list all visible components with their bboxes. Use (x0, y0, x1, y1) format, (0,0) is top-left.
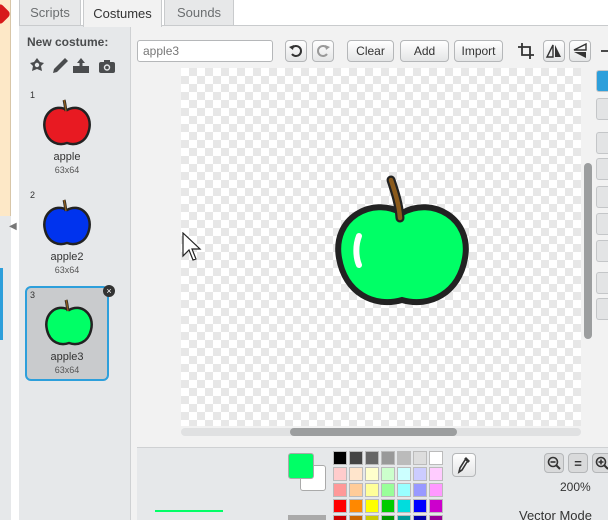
palette-swatch[interactable] (413, 467, 427, 481)
tab-scripts[interactable]: Scripts (19, 0, 81, 26)
add-button[interactable]: Add (400, 40, 449, 62)
mouse-cursor-icon (182, 231, 204, 267)
editor-mode-label: Vector Mode (519, 508, 592, 520)
palette-swatch[interactable] (333, 499, 347, 513)
costume-thumbnail[interactable]: 2 apple2 63x64 (27, 188, 107, 280)
costume-thumbnail[interactable]: 1 apple 63x64 (27, 88, 107, 180)
palette-swatch[interactable] (397, 499, 411, 513)
palette-swatch[interactable] (333, 483, 347, 497)
paint-canvas[interactable] (181, 68, 581, 426)
palette-swatch[interactable] (429, 515, 443, 520)
palette-swatch[interactable] (429, 467, 443, 481)
selected-sprite-edge (0, 268, 3, 340)
horizontal-scrollbar[interactable] (290, 428, 457, 436)
palette-swatch[interactable] (381, 451, 395, 465)
new-costume-label: New costume: (27, 35, 109, 49)
clear-button[interactable]: Clear (347, 40, 394, 62)
delete-costume-icon[interactable]: × (103, 285, 115, 297)
palette-swatch[interactable] (349, 467, 363, 481)
vertical-scrollbar[interactable] (584, 163, 592, 339)
palette-swatch[interactable] (349, 499, 363, 513)
palette-swatch[interactable] (365, 515, 379, 520)
costume-size: 63x64 (54, 165, 80, 175)
color-fill-tool[interactable] (596, 272, 608, 294)
palette-swatch[interactable] (429, 483, 443, 497)
upload-file-icon[interactable] (71, 56, 91, 76)
tab-costumes[interactable]: Costumes (83, 0, 162, 27)
costume-size: 63x64 (54, 365, 80, 375)
palette-swatch[interactable] (365, 467, 379, 481)
costume-name-input[interactable] (137, 40, 273, 62)
sprite-pane-edge (0, 216, 11, 520)
camera-icon[interactable] (97, 56, 117, 76)
costume-thumbnail-selected[interactable]: 3 × apple3 63x64 (25, 285, 115, 381)
palette-swatch[interactable] (397, 451, 411, 465)
line-width-slider[interactable] (288, 515, 326, 520)
palette-swatch[interactable] (413, 451, 427, 465)
color-palette (333, 451, 445, 520)
select-tool[interactable] (596, 70, 608, 92)
eyedropper-icon[interactable] (452, 453, 476, 477)
palette-swatch[interactable] (397, 515, 411, 520)
palette-swatch[interactable] (381, 499, 395, 513)
palette-swatch[interactable] (333, 515, 347, 520)
zoom-out-button[interactable] (544, 453, 564, 473)
collapse-arrow-icon[interactable]: ◀ (9, 220, 19, 234)
zoom-reset-button[interactable]: = (568, 453, 588, 473)
text-tool[interactable] (596, 240, 608, 262)
crop-icon[interactable] (515, 40, 537, 62)
palette-swatch[interactable] (349, 451, 363, 465)
palette-swatch[interactable] (365, 499, 379, 513)
costume-number: 1 (30, 90, 36, 100)
palette-swatch[interactable] (397, 483, 411, 497)
palette-swatch[interactable] (413, 515, 427, 520)
costume-number: 3 (30, 290, 36, 300)
palette-swatch[interactable] (333, 467, 347, 481)
palette-swatch[interactable] (333, 451, 347, 465)
stage-edge (0, 0, 11, 216)
zoom-in-button[interactable] (592, 453, 608, 473)
palette-swatch[interactable] (349, 483, 363, 497)
costume-number: 2 (30, 190, 36, 200)
redo-icon[interactable] (312, 40, 334, 62)
set-center-icon[interactable] (596, 40, 608, 62)
choose-from-library-icon[interactable] (27, 56, 47, 76)
reshape-tool[interactable] (596, 98, 608, 120)
pencil-tool[interactable] (596, 132, 608, 154)
costume-name: apple3 (50, 351, 84, 363)
tab-sounds[interactable]: Sounds (164, 0, 234, 26)
rectangle-tool[interactable] (596, 186, 608, 208)
palette-swatch[interactable] (429, 499, 443, 513)
palette-swatch[interactable] (413, 483, 427, 497)
stamp-tool[interactable] (596, 298, 608, 320)
tab-bar: Scripts Costumes Sounds (19, 0, 608, 27)
palette-swatch[interactable] (381, 483, 395, 497)
palette-swatch[interactable] (365, 451, 379, 465)
line-width-preview[interactable] (155, 510, 223, 512)
ellipse-tool[interactable] (596, 213, 608, 235)
palette-swatch[interactable] (397, 467, 411, 481)
palette-swatch[interactable] (429, 451, 443, 465)
costume-size: 63x64 (54, 265, 80, 275)
costume-artwork (335, 175, 469, 306)
palette-swatch[interactable] (413, 499, 427, 513)
flip-vertical-icon[interactable] (569, 40, 591, 62)
costume-name: apple2 (50, 251, 84, 263)
palette-swatch[interactable] (381, 467, 395, 481)
primary-color-swatch[interactable] (288, 453, 314, 479)
palette-swatch[interactable] (365, 483, 379, 497)
palette-swatch[interactable] (381, 515, 395, 520)
zoom-level: 200% (560, 480, 591, 494)
flip-horizontal-icon[interactable] (543, 40, 565, 62)
palette-swatch[interactable] (349, 515, 363, 520)
line-tool[interactable] (596, 158, 608, 180)
costume-name: apple (53, 151, 81, 163)
import-button[interactable]: Import (454, 40, 503, 62)
paint-new-icon[interactable] (50, 56, 70, 76)
undo-icon[interactable] (285, 40, 307, 62)
